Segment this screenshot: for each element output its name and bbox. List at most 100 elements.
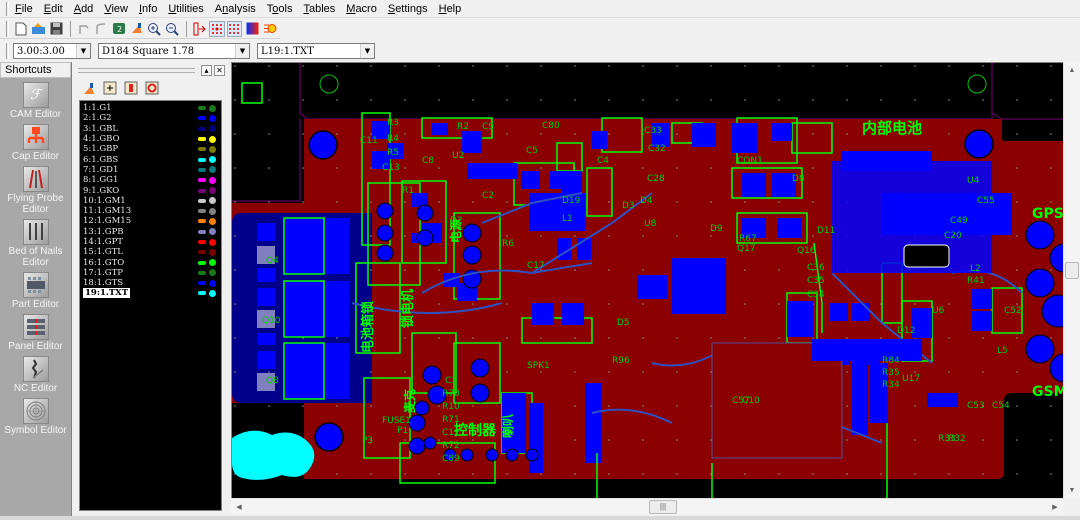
layer-panel-titlebar[interactable]: ▴ ✕ xyxy=(75,62,228,78)
layer-color-swatch[interactable] xyxy=(198,198,206,203)
horizontal-scroll-thumb[interactable]: ||| xyxy=(649,500,677,514)
layer-color-swatch[interactable] xyxy=(198,229,206,234)
layer-visibility-dot[interactable] xyxy=(209,197,216,205)
chevron-down-icon[interactable]: ▼ xyxy=(76,44,90,58)
menu-utilities[interactable]: Utilities xyxy=(168,3,203,15)
layer-list[interactable]: 1:1.G1 2:1.G2 3:1.GBL 4:1.GBO 5:1.GBP 6:1.GBS… xyxy=(79,100,222,511)
combobar-grip[interactable] xyxy=(6,43,9,59)
zoom-out-icon[interactable] xyxy=(164,21,180,37)
pcb-canvas[interactable]: 内部电池 GPS GSM 控制器 锁电机 电池箱锁 喇叭 麦克 电源 C11R3… xyxy=(231,62,1063,498)
layer-visibility-dot[interactable] xyxy=(209,125,216,133)
layer-visibility-dot[interactable] xyxy=(209,279,216,287)
open-file-icon[interactable] xyxy=(31,21,47,37)
menu-add[interactable]: Add xyxy=(74,3,94,15)
layer-color-swatch[interactable] xyxy=(198,219,206,224)
layer-visibility-dot[interactable] xyxy=(209,228,216,236)
scroll-down-arrow[interactable]: ▼ xyxy=(1064,482,1080,498)
layer-color-swatch[interactable] xyxy=(198,167,206,172)
layer-row[interactable]: 9:1.GKO xyxy=(80,185,221,196)
layer-row[interactable]: 5:1.GBP xyxy=(80,144,221,154)
menu-settings[interactable]: Settings xyxy=(388,3,428,15)
layer-visibility-dot[interactable] xyxy=(209,145,216,153)
layer-row[interactable]: 1:1.G1 xyxy=(80,103,221,113)
shortcut-nc-editor[interactable]: NC Editor xyxy=(0,356,71,394)
layer-row[interactable]: 2:1.G2 xyxy=(80,113,221,123)
layer-visibility-dot[interactable] xyxy=(209,269,216,277)
layer-row[interactable]: 16:1.GTO xyxy=(80,257,221,268)
layer-visibility-dot[interactable] xyxy=(209,114,216,122)
layer-row[interactable]: 13:1.GPB xyxy=(80,227,221,237)
layer-row[interactable]: 6:1.GBS xyxy=(80,154,221,165)
layer-color-swatch[interactable] xyxy=(198,240,206,244)
layer-visibility-dot[interactable] xyxy=(209,217,216,225)
layer-color-swatch[interactable] xyxy=(198,178,206,183)
scroll-left-arrow[interactable]: ◀ xyxy=(231,499,247,515)
menu-info[interactable]: Info xyxy=(139,3,157,15)
layer-color-swatch[interactable] xyxy=(198,291,206,296)
scroll-up-arrow[interactable]: ▲ xyxy=(1064,62,1080,78)
highlight-icon[interactable] xyxy=(262,21,278,37)
layer-color-swatch[interactable] xyxy=(198,157,206,162)
insert-layer-icon[interactable] xyxy=(191,21,207,37)
layer-visibility-dot[interactable] xyxy=(209,289,216,297)
layer-select[interactable]: L19:1.TXT ▼ xyxy=(257,43,375,59)
layer-visibility-dot[interactable] xyxy=(209,104,216,112)
vertical-scrollbar[interactable]: ▲ ▼ xyxy=(1063,62,1080,498)
layer-info-icon[interactable] xyxy=(123,80,139,96)
layer-color-swatch[interactable] xyxy=(198,270,206,275)
delete-layer-icon[interactable] xyxy=(144,80,160,96)
layer-row[interactable]: 19:1.TXT xyxy=(80,288,221,299)
shortcut-cam-editor[interactable]: ℱ CAM Editor xyxy=(0,82,71,120)
layer-visibility-dot[interactable] xyxy=(209,156,216,164)
pcb-view[interactable]: 内部电池 GPS GSM 控制器 锁电机 电池箱锁 喇叭 麦克 电源 C11R3… xyxy=(232,63,1063,498)
shortcut-panel-editor[interactable]: Panel Editor xyxy=(0,314,71,352)
layer-row[interactable]: 4:1.GBO xyxy=(80,134,221,144)
layer-color-swatch[interactable] xyxy=(198,126,206,131)
layer-row[interactable]: 8:1.GG1 xyxy=(80,175,221,185)
layer-visibility-dot[interactable] xyxy=(209,259,216,267)
layer-row[interactable]: 18:1.GTS xyxy=(80,278,221,288)
layer-color-swatch[interactable] xyxy=(198,106,206,111)
scroll-right-arrow[interactable]: ▶ xyxy=(1047,499,1063,515)
horizontal-scrollbar[interactable]: ◀ ||| ▶ xyxy=(231,498,1063,515)
shortcut-bed-of-nails[interactable]: Bed of Nails Editor xyxy=(0,219,71,268)
layer-color-swatch[interactable] xyxy=(198,116,206,121)
layer-color-swatch[interactable] xyxy=(198,281,206,286)
menu-file[interactable]: File xyxy=(15,3,33,15)
minimize-icon[interactable]: ▴ xyxy=(201,64,212,76)
chevron-down-icon[interactable]: ▼ xyxy=(360,44,374,58)
layer-visibility-dot[interactable] xyxy=(209,207,216,215)
new-file-icon[interactable] xyxy=(13,21,29,37)
grid-size-select[interactable]: 3.00:3.00 ▼ xyxy=(13,43,91,59)
menu-analysis[interactable]: Analysis xyxy=(215,3,256,15)
color-icon[interactable] xyxy=(244,21,260,37)
aperture-select[interactable]: D184 Square 1.78 ▼ xyxy=(98,43,250,59)
add-layer-icon[interactable] xyxy=(102,80,118,96)
layer-visibility-dot[interactable] xyxy=(209,135,216,143)
layer-row[interactable]: 7:1.GD1 xyxy=(80,165,221,175)
grid-snap-icon[interactable] xyxy=(208,20,225,37)
layer-row[interactable]: 15:1.GTL xyxy=(80,247,221,257)
layer-color-swatch[interactable] xyxy=(198,188,206,193)
layer-visibility-dot[interactable] xyxy=(209,176,216,184)
menu-tools[interactable]: Tools xyxy=(267,3,293,15)
layer-visibility-dot[interactable] xyxy=(209,248,216,256)
menu-macro[interactable]: Macro xyxy=(346,3,377,15)
layer-row[interactable]: 3:1.GBL xyxy=(80,124,221,134)
eraser-icon[interactable] xyxy=(81,80,97,96)
vertical-scroll-thumb[interactable] xyxy=(1065,262,1079,279)
grid-icon[interactable] xyxy=(226,20,243,37)
layer-row[interactable]: 14:1.GPT xyxy=(80,237,221,247)
layer-visibility-dot[interactable] xyxy=(209,166,216,174)
redo-icon[interactable] xyxy=(93,21,109,37)
shortcut-flying-probe[interactable]: Flying Probe Editor xyxy=(0,166,71,215)
layer-color-swatch[interactable] xyxy=(198,260,206,265)
layer-row[interactable]: 11:1.GM13 xyxy=(80,206,221,216)
close-icon[interactable]: ✕ xyxy=(214,64,225,76)
layer-row[interactable]: 12:1.GM15 xyxy=(80,216,221,226)
redraw-icon[interactable]: 2 xyxy=(111,21,127,37)
eraser-icon[interactable] xyxy=(129,21,145,37)
shortcut-cap-editor[interactable]: Cap Editor xyxy=(0,124,71,162)
menu-view[interactable]: View xyxy=(104,3,128,15)
menu-edit[interactable]: Edit xyxy=(44,3,63,15)
